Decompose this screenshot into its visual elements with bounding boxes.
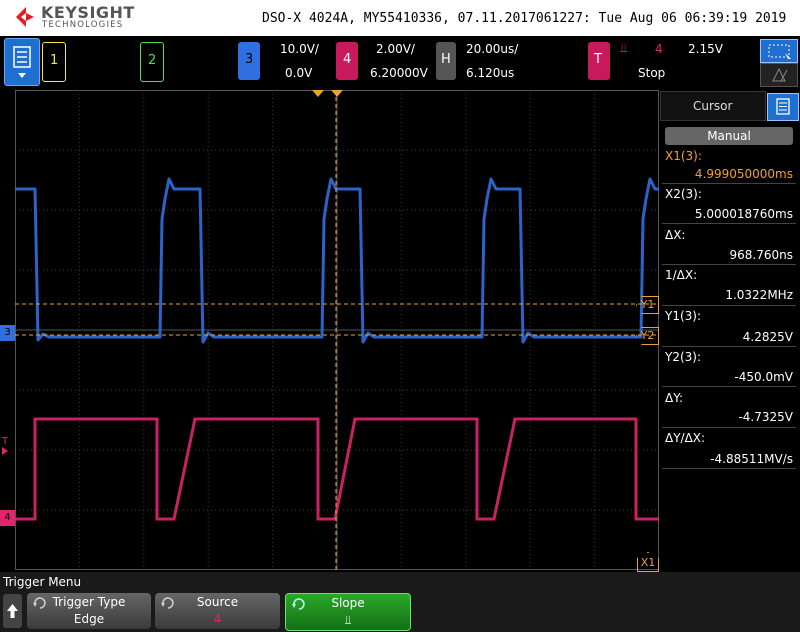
delta-y-over-delta-x-label: ΔY/ΔX: bbox=[665, 431, 706, 445]
channel-1-button[interactable]: 1 bbox=[42, 42, 66, 82]
softkey-source-value: 4 bbox=[213, 612, 222, 626]
channel-3-number: 3 bbox=[245, 52, 254, 67]
softkey-source-label: Source bbox=[196, 595, 239, 609]
divider bbox=[662, 264, 796, 265]
channel-4-marker-label: 4 bbox=[4, 512, 11, 523]
softkey-slope-label: Slope bbox=[331, 596, 365, 610]
divider bbox=[662, 305, 796, 306]
instrument-info: DSO-X 4024A, MY55410336, 07.11.201706122… bbox=[262, 11, 787, 26]
channel-1-number: 1 bbox=[50, 53, 59, 68]
inverse-delta-x-label: 1/ΔX: bbox=[665, 268, 698, 282]
channel-2-button[interactable]: 2 bbox=[140, 42, 164, 82]
y2-cursor-label: Y2 bbox=[640, 329, 655, 342]
channel-2-number: 2 bbox=[148, 53, 157, 68]
delta-y-over-delta-x-value: -4.88511MV/s bbox=[710, 452, 793, 466]
cursor-mode-value: Manual bbox=[707, 129, 751, 143]
x1-cursor-label: X1 bbox=[640, 556, 656, 569]
horizontal-scale: 20.00us/ bbox=[466, 42, 519, 56]
horizontal-button[interactable]: H bbox=[436, 42, 456, 80]
cursor-panel-menu-button[interactable] bbox=[767, 93, 799, 121]
channel-4-scale: 2.00V/ bbox=[376, 42, 415, 56]
inverse-delta-x-value: 1.0322MHz bbox=[725, 288, 793, 302]
trigger-button[interactable]: T bbox=[588, 42, 610, 80]
back-button[interactable] bbox=[3, 594, 22, 628]
horizontal-label: H bbox=[441, 52, 451, 67]
softkey-trigger-type-value: Edge bbox=[73, 612, 105, 626]
divider bbox=[662, 183, 796, 184]
divider bbox=[662, 223, 796, 224]
delta-y-label: ΔY: bbox=[665, 391, 683, 405]
trigger-label: T bbox=[594, 52, 602, 67]
trigger-level-marker-label: T bbox=[2, 436, 9, 447]
measure-touch-button[interactable] bbox=[760, 63, 798, 87]
delta-measure-icon bbox=[772, 67, 788, 82]
control-bar: 1 2 3 10.0V/ 0.0V 4 2.00V/ 6.20000V H 20… bbox=[0, 36, 800, 90]
acquisition-state: Stop bbox=[638, 66, 666, 80]
y2-value: -450.0mV bbox=[734, 370, 793, 384]
zoom-box-icon bbox=[768, 44, 791, 59]
divider bbox=[662, 386, 796, 387]
title-bar: KEYSIGHT TECHNOLOGIES DSO-X 4024A, MY554… bbox=[0, 0, 800, 36]
x2-value: 5.000018760ms bbox=[694, 207, 793, 221]
channel-4-button[interactable]: 4 bbox=[336, 42, 358, 80]
horizontal-position: 6.120us bbox=[466, 66, 515, 80]
trigger-slope-icon: ⫫ bbox=[620, 41, 628, 56]
trigger-position-marker[interactable] bbox=[312, 90, 324, 97]
channel-4-offset: 6.20000V bbox=[370, 66, 428, 80]
trigger-level: 2.15V bbox=[688, 42, 723, 56]
menu-list-icon bbox=[13, 46, 31, 78]
channel-3-button[interactable]: 3 bbox=[238, 42, 260, 80]
channel-3-marker-label: 3 bbox=[4, 327, 11, 338]
divider bbox=[662, 468, 796, 469]
trigger-source: 4 bbox=[655, 42, 663, 56]
cursor-mode-button[interactable]: Manual bbox=[665, 127, 793, 145]
softkey-slope[interactable]: Slope ⫫ bbox=[285, 593, 411, 631]
channel-4-ground-marker[interactable]: 4 bbox=[0, 510, 15, 526]
divider bbox=[662, 346, 796, 347]
delta-x-value: 968.760ns bbox=[729, 248, 793, 262]
cursor-panel-header: Cursor bbox=[660, 91, 766, 121]
channel-4-number: 4 bbox=[343, 52, 352, 67]
x2-label: X2(3): bbox=[665, 187, 702, 201]
x1-label: X1(3): bbox=[665, 149, 702, 163]
cursor-panel-title: Cursor bbox=[693, 99, 733, 113]
softkey-source[interactable]: Source 4 bbox=[155, 593, 280, 629]
keysight-logo-icon bbox=[16, 7, 34, 27]
y1-value: 4.2825V bbox=[742, 330, 793, 344]
trigger-arrow-icon bbox=[2, 447, 8, 455]
x1-value: 4.999050000ms bbox=[694, 167, 793, 181]
cursor-panel: Cursor Manual X1(3): 4.999050000ms X2(3)… bbox=[660, 91, 799, 571]
menu-title: Trigger Menu bbox=[3, 575, 82, 589]
softkey-slope-value: ⫫ bbox=[344, 613, 352, 627]
y1-label: Y1(3): bbox=[665, 309, 702, 323]
main-menu-button[interactable] bbox=[4, 38, 40, 86]
divider bbox=[662, 427, 796, 428]
delta-x-label: ΔX: bbox=[665, 228, 686, 242]
channel-3-ground-marker[interactable]: 3 bbox=[0, 325, 15, 341]
panel-list-icon bbox=[776, 98, 790, 115]
softkey-trigger-type[interactable]: Trigger Type Edge bbox=[27, 593, 151, 629]
channel-3-offset: 0.0V bbox=[285, 66, 313, 80]
waveform-display[interactable] bbox=[15, 90, 659, 570]
brand-subtitle: TECHNOLOGIES bbox=[42, 20, 124, 30]
up-arrow-icon bbox=[7, 604, 18, 618]
channel-3-scale: 10.0V/ bbox=[280, 42, 319, 56]
zoom-touch-button[interactable] bbox=[760, 39, 798, 63]
trigger-level-marker[interactable]: T bbox=[2, 436, 8, 455]
softkey-trigger-type-label: Trigger Type bbox=[52, 595, 126, 609]
y2-label: Y2(3): bbox=[665, 350, 702, 364]
time-reference-marker[interactable] bbox=[331, 90, 343, 97]
delta-y-value: -4.7325V bbox=[738, 410, 793, 424]
y1-cursor-label: Y1 bbox=[640, 298, 655, 311]
